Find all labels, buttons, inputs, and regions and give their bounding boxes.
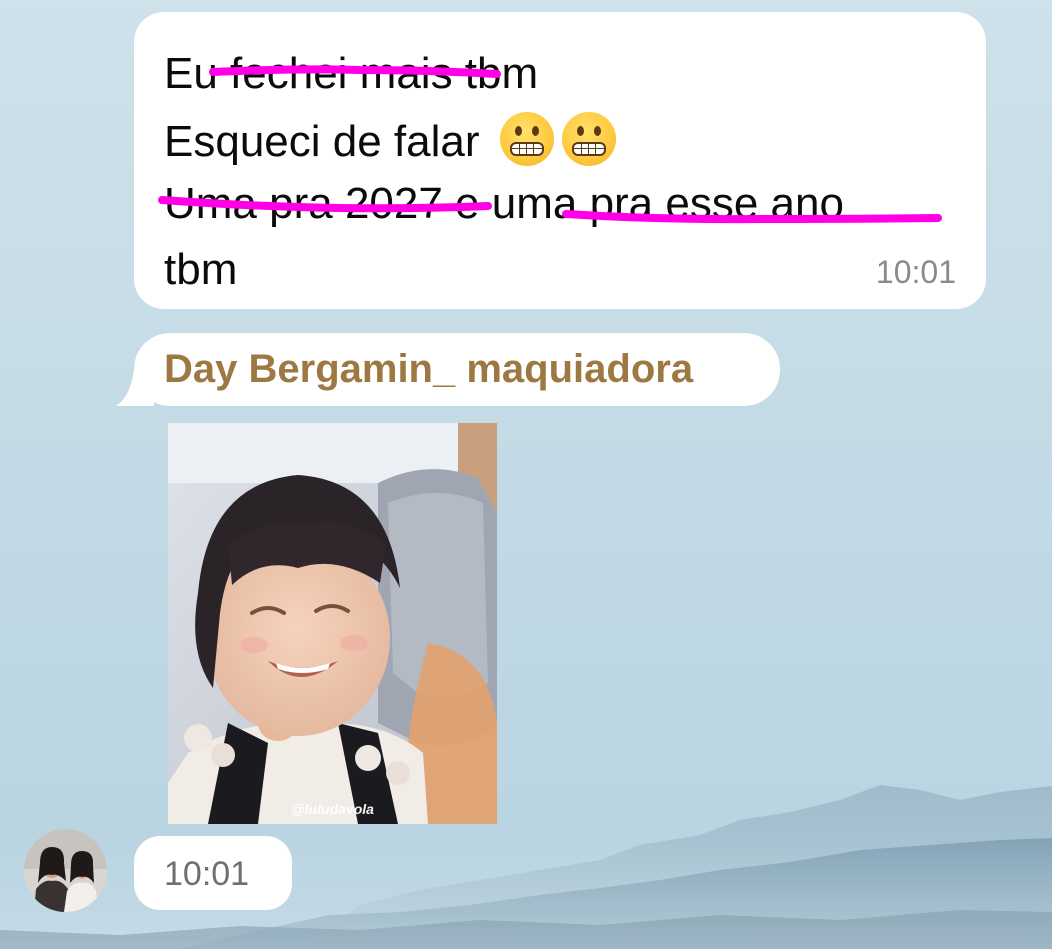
gif-watermark: @luludavola: [291, 801, 374, 817]
grimacing-face-emoji-icon: [499, 112, 554, 166]
sender-name-bubble[interactable]: Day Bergamin_ maquiadora: [134, 333, 780, 406]
avatar-photo: [24, 829, 107, 912]
message-timestamp: 10:01: [875, 254, 956, 290]
message-bubble[interactable]: Eu fechei mais tbm Esqueci de falar Uma …: [134, 12, 986, 309]
message-line: Esqueci de falar: [164, 112, 616, 168]
message-timestamp: 10:01: [164, 855, 250, 893]
avatar[interactable]: [24, 829, 107, 912]
gif-image: [168, 423, 497, 824]
message-line: Uma pra 2027 e uma pra esse ano: [164, 179, 844, 228]
gif-media[interactable]: @luludavola: [168, 423, 497, 824]
message-line: tbm: [164, 245, 238, 294]
sender-name: Day Bergamin_ maquiadora: [164, 347, 694, 391]
message-line: Eu fechei mais tbm: [164, 49, 539, 98]
media-timestamp-bubble: 10:01: [134, 836, 292, 910]
grimacing-face-emoji-icon: [561, 112, 616, 166]
message-line-text: Esqueci de falar: [164, 117, 480, 166]
